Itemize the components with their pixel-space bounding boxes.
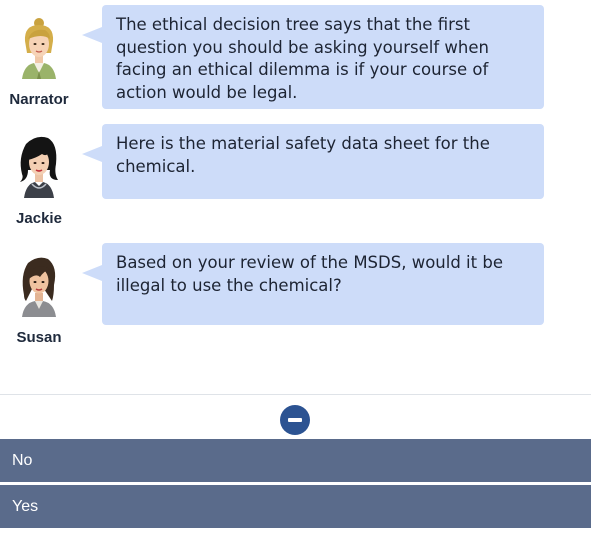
bubble-tail <box>82 146 102 162</box>
avatar-jackie <box>14 130 64 200</box>
divider <box>0 394 591 395</box>
choice-yes-button[interactable]: Yes <box>0 485 591 528</box>
avatar-susan <box>14 249 64 319</box>
speaker-narrator: Narrator <box>0 5 78 115</box>
bubble-tail <box>82 27 102 43</box>
minus-circle-icon <box>288 418 302 422</box>
conversation-panel: Narrator The ethical decision tree says … <box>0 0 591 394</box>
narrator-avatar-icon <box>22 18 56 79</box>
message-text: The ethical decision tree says that the … <box>116 15 489 102</box>
message-text: Here is the material safety data sheet f… <box>116 134 490 176</box>
speaker-jackie: Jackie <box>0 124 78 234</box>
speaker-susan: Susan <box>0 243 78 353</box>
message-text: Based on your review of the MSDS, would … <box>116 253 503 295</box>
message-narrator: Narrator The ethical decision tree says … <box>0 5 591 120</box>
message-jackie: Jackie Here is the material safety data … <box>0 124 591 239</box>
bubble-tail <box>82 265 102 281</box>
avatar-narrator <box>14 13 64 83</box>
susan-avatar-icon <box>22 257 56 317</box>
speaker-name: Susan <box>16 329 62 346</box>
speech-bubble: Based on your review of the MSDS, would … <box>82 243 544 325</box>
choice-label: No <box>12 452 33 469</box>
message-susan: Susan Based on your review of the MSDS, … <box>0 243 591 358</box>
collapse-button[interactable] <box>280 405 310 435</box>
speech-bubble: Here is the material safety data sheet f… <box>82 124 544 199</box>
speaker-name: Jackie <box>16 210 62 227</box>
speaker-name: Narrator <box>9 91 69 108</box>
choice-label: Yes <box>12 498 39 515</box>
choice-no-button[interactable]: No <box>0 439 591 482</box>
jackie-avatar-icon <box>20 136 58 198</box>
speech-bubble: The ethical decision tree says that the … <box>82 5 544 109</box>
